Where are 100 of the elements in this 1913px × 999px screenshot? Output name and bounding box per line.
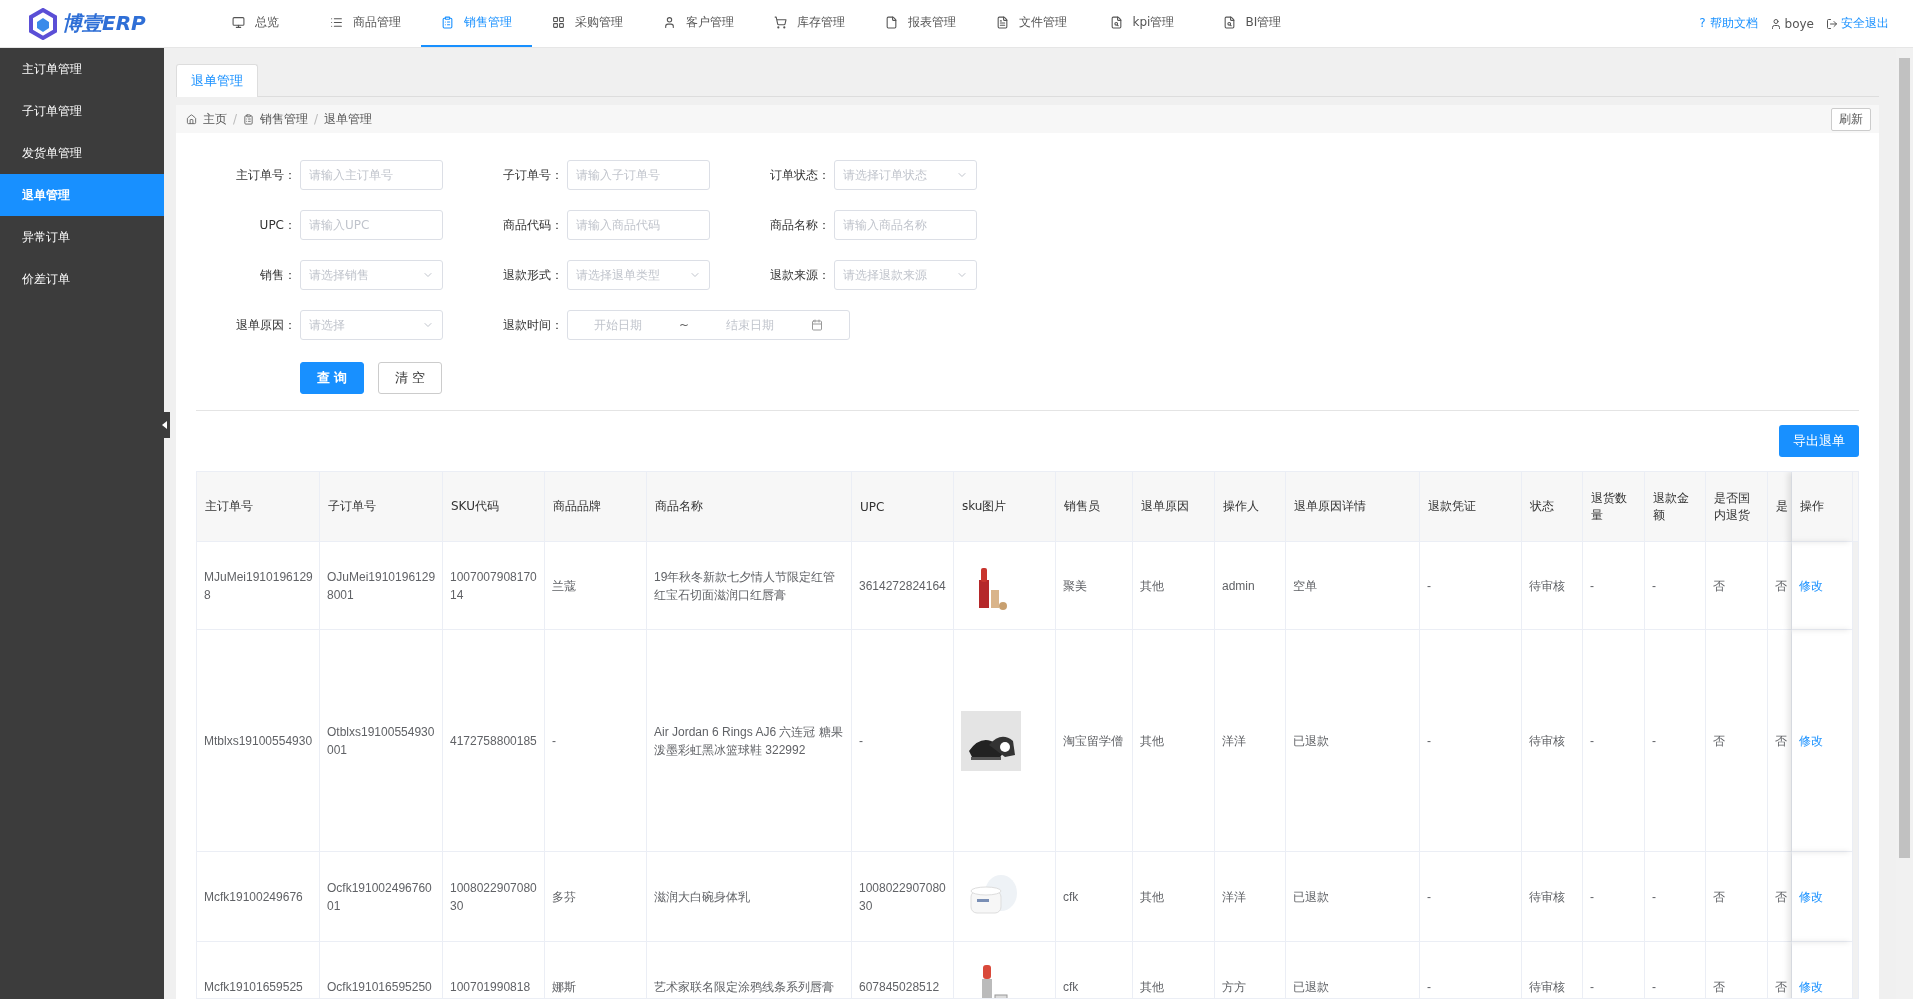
table-cell: 100802290708030: [852, 852, 954, 942]
table-cell: Mcfk19100249676: [197, 852, 320, 942]
table-cell: 待审核: [1522, 630, 1583, 852]
table-cell: -: [1583, 630, 1645, 852]
table-cell: 待审核: [1522, 942, 1583, 998]
column-header: 是: [1768, 472, 1792, 542]
field-label: 退款形式：: [502, 266, 563, 284]
nav-tab[interactable]: 商品管理: [310, 0, 421, 47]
sidebar-item[interactable]: 主订单管理: [0, 48, 164, 90]
column-header: 商品名称: [647, 472, 852, 542]
nav-tab[interactable]: 采购管理: [532, 0, 643, 47]
table-cell: 淘宝留学僧: [1056, 630, 1133, 852]
table-cell: 洋洋: [1215, 630, 1286, 852]
column-header: 销售员: [1056, 472, 1133, 542]
breadcrumb-item[interactable]: 退单管理: [324, 110, 373, 128]
table-cell: 艺术家联名限定涂鸦线条系列唇膏: [647, 942, 852, 998]
field-label: 主订单号：: [235, 166, 296, 184]
column-header: sku图片: [954, 472, 1056, 542]
table-cell: 100700790817014: [443, 542, 545, 630]
input-field[interactable]: 请输入子订单号: [567, 160, 710, 190]
input-field[interactable]: 请输入商品代码: [567, 210, 710, 240]
table-cell: 否: [1706, 852, 1768, 942]
breadcrumb-item[interactable]: 销售管理: [260, 110, 309, 128]
table-cell: -: [1583, 852, 1645, 942]
collapse-handle[interactable]: [160, 412, 170, 438]
logo-icon: [28, 7, 58, 40]
file-search-icon: [1109, 16, 1123, 29]
table-cell: 其他: [1133, 942, 1215, 998]
column-header: 是否国内退货: [1706, 472, 1768, 542]
nav-tab[interactable]: 客户管理: [643, 0, 754, 47]
file-search-icon: [1222, 16, 1236, 29]
table-cell: Mcfk19101659525: [197, 942, 320, 998]
clipboard-icon: [243, 113, 255, 125]
table-cell: -: [1645, 942, 1706, 998]
clear-button[interactable]: 清 空: [378, 362, 442, 394]
home-icon: [186, 113, 197, 125]
document-icon: [996, 16, 1009, 29]
field-label: UPC：: [258, 216, 296, 234]
column-header: 子订单号: [320, 472, 443, 542]
table-cell: 否: [1706, 542, 1768, 630]
table-cell: -: [1583, 542, 1645, 630]
breadcrumb-item[interactable]: 主页: [203, 110, 227, 128]
column-header: 商品品牌: [545, 472, 647, 542]
table-cell: 兰蔻: [545, 542, 647, 630]
table-cell: 100802290708030: [443, 852, 545, 942]
date-range-field[interactable]: 开始日期 ~ 结束日期: [567, 310, 850, 340]
table-cell: 否: [1768, 852, 1792, 942]
table-cell: 607845028512: [852, 942, 954, 998]
table-cell: Ocfk191016595250: [320, 942, 443, 998]
table-cell: 100701990818: [443, 942, 545, 998]
table-cell: 待审核: [1522, 852, 1583, 942]
nav-tab[interactable]: BI管理: [1197, 0, 1307, 47]
table-cell: -: [1420, 630, 1522, 852]
column-header: UPC: [852, 472, 954, 542]
breadcrumb-separator: /: [314, 112, 319, 126]
table-cell: cfk: [1056, 852, 1133, 942]
file-icon: [885, 16, 898, 29]
sidebar-item[interactable]: 价差订单: [0, 258, 164, 300]
nav-tab[interactable]: 文件管理: [976, 0, 1087, 47]
table-cell: 否: [1706, 630, 1768, 852]
column-header: 操作人: [1215, 472, 1286, 542]
column-header: 主订单号: [197, 472, 320, 542]
input-field[interactable]: 请输入商品名称: [834, 210, 977, 240]
table-cell: 聚美: [1056, 542, 1133, 630]
table-cell: 已退款: [1286, 852, 1420, 942]
table-cell: -: [1583, 942, 1645, 998]
table-cell: admin: [1215, 542, 1286, 630]
column-header: SKU代码: [443, 472, 545, 542]
table-cell: cfk: [1056, 942, 1133, 998]
table-cell: 否: [1768, 630, 1792, 852]
nav-tab[interactable]: kpi管理: [1087, 0, 1197, 47]
field-label: 子订单号：: [502, 166, 563, 184]
refresh-button[interactable]: 刷新: [1831, 107, 1871, 131]
sidebar-item[interactable]: 发货单管理: [0, 132, 164, 174]
field-label: 订单状态：: [769, 166, 830, 184]
column-header: 退款金额: [1645, 472, 1706, 542]
table-cell: 其他: [1133, 852, 1215, 942]
sidebar-item[interactable]: 子订单管理: [0, 90, 164, 132]
input-field[interactable]: 请输入UPC: [300, 210, 443, 240]
user-icon: [1769, 17, 1782, 30]
field-label: 商品名称：: [769, 216, 830, 234]
table-cell: 否: [1768, 542, 1792, 630]
table-cell: Mtblxs19100554930: [197, 630, 320, 852]
table-cell: -: [852, 630, 954, 852]
table-cell: 多芬: [545, 852, 647, 942]
grid-icon: [552, 16, 565, 29]
nav-tab[interactable]: 总览: [200, 0, 310, 47]
nav-tab[interactable]: 库存管理: [754, 0, 865, 47]
table-cell: 否: [1768, 942, 1792, 998]
table-cell: -: [1645, 852, 1706, 942]
logout-icon: [1826, 17, 1838, 30]
nav-tab[interactable]: 报表管理: [865, 0, 976, 47]
sidebar-item[interactable]: 异常订单: [0, 216, 164, 258]
column-header: 退款凭证: [1420, 472, 1522, 542]
table-cell: 已退款: [1286, 630, 1420, 852]
table-cell: 待审核: [1522, 542, 1583, 630]
breadcrumb-separator: /: [233, 112, 238, 126]
table-cell: 空单: [1286, 542, 1420, 630]
monitor-icon: [231, 16, 245, 29]
column-header: 状态: [1522, 472, 1583, 542]
